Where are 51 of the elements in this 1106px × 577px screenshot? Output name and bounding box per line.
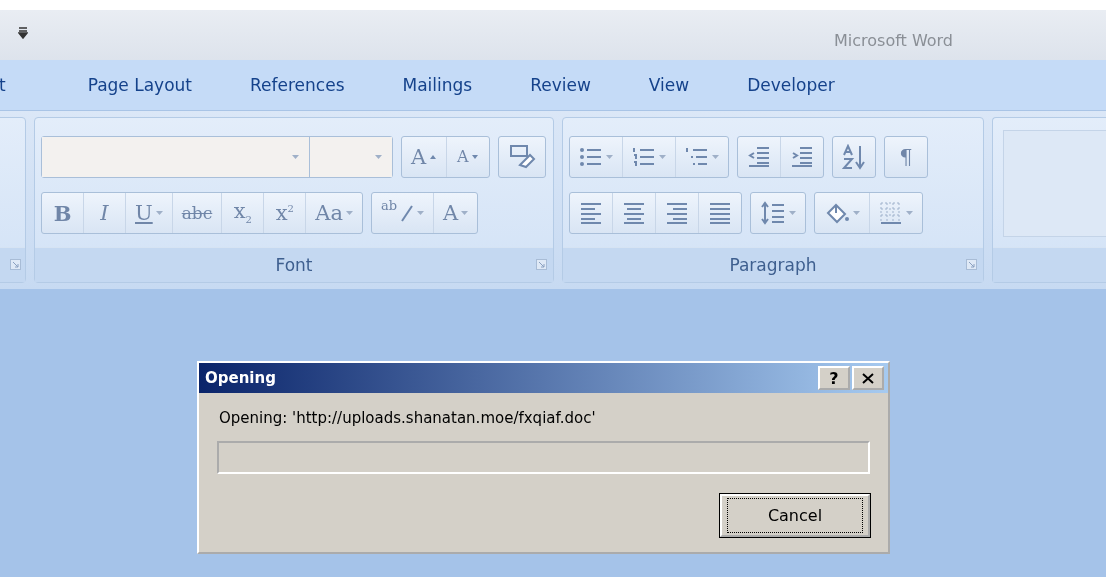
dropdown-arrow-icon <box>292 155 299 159</box>
align-right-icon <box>665 202 689 224</box>
borders-icon <box>879 201 903 225</box>
subscript-button[interactable]: x$_{2}$ <box>222 193 265 233</box>
eraser-icon <box>508 143 537 171</box>
ribbon-tab[interactable]: View <box>637 70 701 100</box>
caret-up-icon <box>429 153 438 161</box>
cancel-button[interactable]: Cancel <box>720 494 870 537</box>
highlight-button[interactable]: ab <box>371 193 434 233</box>
ribbon-tab[interactable]: References <box>239 70 356 100</box>
font-size-field[interactable] <box>310 137 392 177</box>
paint-bucket-icon <box>824 201 850 225</box>
dialog-title: Opening <box>205 369 277 387</box>
strikethrough-button[interactable]: abc <box>172 193 223 233</box>
font-color-button[interactable]: A <box>434 193 478 233</box>
superscript-button[interactable]: x$^{2}$ <box>264 193 307 233</box>
dialog-launcher-icon[interactable] <box>966 259 977 270</box>
shrink-font-button[interactable]: A <box>447 137 490 177</box>
bold-button[interactable]: B <box>42 193 84 233</box>
help-button[interactable]: ? <box>818 366 850 390</box>
ribbon-tab[interactable]: Page Layout <box>76 70 204 100</box>
close-button[interactable] <box>852 366 884 390</box>
ribbon-tab[interactable]: t <box>0 70 17 100</box>
increase-indent-icon <box>790 145 814 169</box>
italic-button[interactable]: I <box>84 193 126 233</box>
customize-toolbar-icon[interactable] <box>18 27 28 39</box>
dropdown-arrow-icon <box>375 155 382 159</box>
close-icon <box>862 372 874 384</box>
group-label: Paragraph <box>729 255 817 275</box>
change-case-button[interactable]: Aa <box>306 193 362 233</box>
dialog-message: Opening: 'http://uploads.shanatan.moe/fxqiaf.doc' <box>219 409 597 427</box>
bullet-list-icon <box>579 145 603 169</box>
line-spacing-icon <box>760 201 786 225</box>
decrease-indent-icon <box>747 145 771 169</box>
window-title: Microsoft Word <box>834 30 954 50</box>
show-marks-button[interactable]: ¶ <box>885 137 927 177</box>
font-name-field[interactable] <box>42 137 310 177</box>
dialog-launcher-icon[interactable] <box>536 259 547 270</box>
group-label: Font <box>275 255 313 275</box>
ribbon-tab[interactable]: Mailings <box>391 70 484 100</box>
ribbon-tab[interactable]: Review <box>519 70 602 100</box>
underline-button[interactable]: U <box>126 193 173 233</box>
justify-icon <box>708 202 732 224</box>
numbered-list-icon <box>632 145 656 169</box>
caret-down-icon <box>471 153 480 161</box>
align-center-icon <box>622 202 646 224</box>
grow-font-button[interactable]: A <box>402 137 448 177</box>
dialog-launcher-icon[interactable] <box>10 259 21 270</box>
ribbon-tab[interactable]: Developer <box>736 70 846 100</box>
align-left-icon <box>579 202 603 224</box>
sort-icon <box>842 144 866 170</box>
